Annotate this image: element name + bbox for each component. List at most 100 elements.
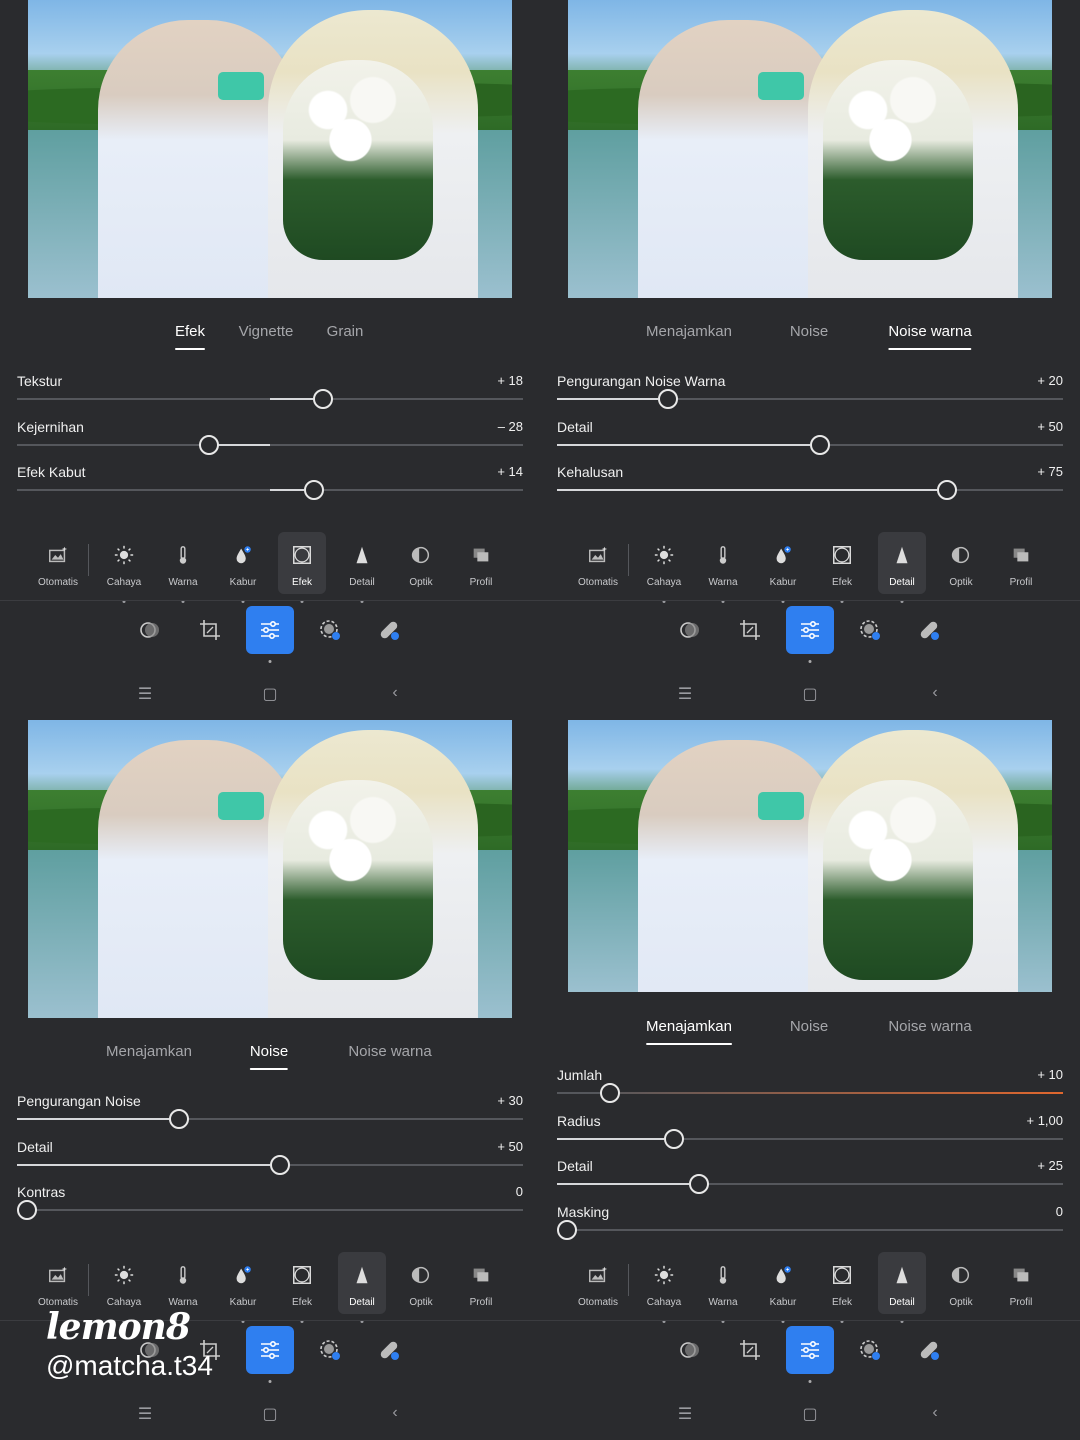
tab-noise[interactable]: Noise xyxy=(790,323,828,350)
slider-knob[interactable] xyxy=(664,1128,685,1149)
slider-track[interactable] xyxy=(17,443,523,446)
slider-knob[interactable] xyxy=(688,1174,709,1194)
photo-preview[interactable] xyxy=(28,0,512,298)
slider-masking[interactable]: Masking 0 xyxy=(557,1204,1063,1248)
tool-detail[interactable]: Detail xyxy=(338,1252,386,1323)
slider-knob[interactable] xyxy=(17,1200,37,1220)
slider-kejernihan[interactable]: Kejernihan – 28 xyxy=(17,419,523,463)
tool-detail[interactable]: Detail xyxy=(878,1252,926,1323)
tool-efek[interactable]: Efek xyxy=(818,532,866,603)
slider-efek-kabut[interactable]: Efek Kabut + 14 xyxy=(17,464,523,508)
slider-knob[interactable] xyxy=(199,434,220,455)
back-icon[interactable]: ‹ xyxy=(392,1404,397,1422)
home-icon[interactable]: ▢ xyxy=(802,1404,817,1424)
tool-profil[interactable]: Profil xyxy=(457,532,505,594)
tool-profil[interactable]: Profil xyxy=(997,532,1045,594)
slider-detail[interactable]: Detail + 50 xyxy=(557,419,1063,463)
tool-detail[interactable]: Detail xyxy=(878,532,926,603)
slider-knob[interactable] xyxy=(658,389,679,409)
tool-optik[interactable]: Optik xyxy=(937,532,985,594)
back-icon[interactable]: ‹ xyxy=(932,1404,937,1422)
photo-preview[interactable] xyxy=(568,0,1052,298)
healing-button[interactable] xyxy=(905,606,953,654)
tool-detail[interactable]: Detail xyxy=(338,532,386,603)
tool-efek[interactable]: Efek xyxy=(278,532,326,603)
tool-optik[interactable]: Optik xyxy=(937,1252,985,1314)
tab-vignette[interactable]: Vignette xyxy=(239,323,294,350)
recent-apps-icon[interactable]: ☰ xyxy=(138,684,152,704)
slider-knob[interactable] xyxy=(313,389,333,409)
edit-sliders-button[interactable] xyxy=(786,1326,834,1383)
presets-button[interactable] xyxy=(666,1326,714,1374)
slider-detail[interactable]: Detail + 25 xyxy=(557,1158,1063,1202)
tab-menajamkan[interactable]: Menajamkan xyxy=(106,1043,192,1070)
slider-knob[interactable] xyxy=(810,434,830,455)
tool-otomatis[interactable]: Otomatis xyxy=(34,532,82,594)
slider-kontras[interactable]: Kontras 0 xyxy=(17,1184,523,1228)
slider-detail[interactable]: Detail + 50 xyxy=(17,1139,523,1183)
tool-warna[interactable]: Warna xyxy=(699,532,747,603)
recent-apps-icon[interactable]: ☰ xyxy=(678,1404,692,1424)
slider-tekstur[interactable]: Tekstur + 18 xyxy=(17,373,523,417)
tool-cahaya[interactable]: Cahaya xyxy=(100,1252,148,1323)
tab-efek[interactable]: Efek xyxy=(174,323,206,350)
home-icon[interactable]: ▢ xyxy=(802,684,817,704)
tool-otomatis[interactable]: Otomatis xyxy=(34,1252,82,1314)
tool-kabur[interactable]: Kabur xyxy=(219,532,267,603)
tool-cahaya[interactable]: Cahaya xyxy=(640,532,688,603)
slider-knob[interactable] xyxy=(936,480,957,500)
masking-button[interactable] xyxy=(846,606,894,654)
back-icon[interactable]: ‹ xyxy=(392,684,397,702)
tool-optik[interactable]: Optik xyxy=(397,1252,445,1314)
tool-efek[interactable]: Efek xyxy=(278,1252,326,1323)
tool-otomatis[interactable]: Otomatis xyxy=(574,532,622,594)
recent-apps-icon[interactable]: ☰ xyxy=(678,684,692,704)
tool-warna[interactable]: Warna xyxy=(699,1252,747,1323)
presets-button[interactable] xyxy=(126,606,174,654)
healing-button[interactable] xyxy=(365,606,413,654)
home-icon[interactable]: ▢ xyxy=(262,1404,277,1424)
photo-preview[interactable] xyxy=(568,720,1052,992)
recent-apps-icon[interactable]: ☰ xyxy=(138,1404,152,1424)
slider-radius[interactable]: Radius + 1,00 xyxy=(557,1113,1063,1157)
masking-button[interactable] xyxy=(846,1326,894,1374)
edit-sliders-button[interactable] xyxy=(786,606,834,663)
tool-profil[interactable]: Profil xyxy=(457,1252,505,1314)
tool-kabur[interactable]: Kabur xyxy=(759,532,807,603)
tab-noise-warna[interactable]: Noise warna xyxy=(888,323,973,350)
slider-knob[interactable] xyxy=(270,1154,290,1175)
masking-button[interactable] xyxy=(306,606,354,654)
slider-knob[interactable] xyxy=(557,1219,577,1240)
tool-profil[interactable]: Profil xyxy=(997,1252,1045,1314)
tool-kabur[interactable]: Kabur xyxy=(219,1252,267,1323)
tab-noise[interactable]: Noise xyxy=(249,1043,289,1070)
tab-grain[interactable]: Grain xyxy=(327,323,364,350)
crop-button[interactable] xyxy=(186,606,234,654)
tool-kabur[interactable]: Kabur xyxy=(759,1252,807,1323)
slider-knob[interactable] xyxy=(168,1109,189,1129)
slider-pengurangan-noise[interactable]: Pengurangan Noise + 30 xyxy=(17,1093,523,1137)
tool-cahaya[interactable]: Cahaya xyxy=(640,1252,688,1323)
photo-preview[interactable] xyxy=(28,720,512,1018)
healing-button[interactable] xyxy=(365,1326,413,1374)
tool-optik[interactable]: Optik xyxy=(397,532,445,594)
tab-noise-warna[interactable]: Noise warna xyxy=(888,1018,971,1045)
healing-button[interactable] xyxy=(905,1326,953,1374)
slider-kehalusan[interactable]: Kehalusan + 75 xyxy=(557,464,1063,508)
slider-jumlah[interactable]: Jumlah + 10 xyxy=(557,1067,1063,1111)
slider-track[interactable] xyxy=(557,1228,1063,1231)
tool-warna[interactable]: Warna xyxy=(159,532,207,603)
tab-menajamkan[interactable]: Menajamkan xyxy=(646,1018,732,1045)
tool-otomatis[interactable]: Otomatis xyxy=(574,1252,622,1314)
tab-menajamkan[interactable]: Menajamkan xyxy=(646,323,732,350)
edit-sliders-button[interactable] xyxy=(246,606,294,663)
tool-efek[interactable]: Efek xyxy=(818,1252,866,1323)
tool-cahaya[interactable]: Cahaya xyxy=(100,532,148,603)
back-icon[interactable]: ‹ xyxy=(932,684,937,702)
slider-track[interactable] xyxy=(17,1209,523,1211)
slider-knob[interactable] xyxy=(304,480,325,500)
crop-button[interactable] xyxy=(726,1326,774,1374)
tab-noise-warna[interactable]: Noise warna xyxy=(348,1043,431,1070)
crop-button[interactable] xyxy=(726,606,774,654)
home-icon[interactable]: ▢ xyxy=(262,684,277,704)
